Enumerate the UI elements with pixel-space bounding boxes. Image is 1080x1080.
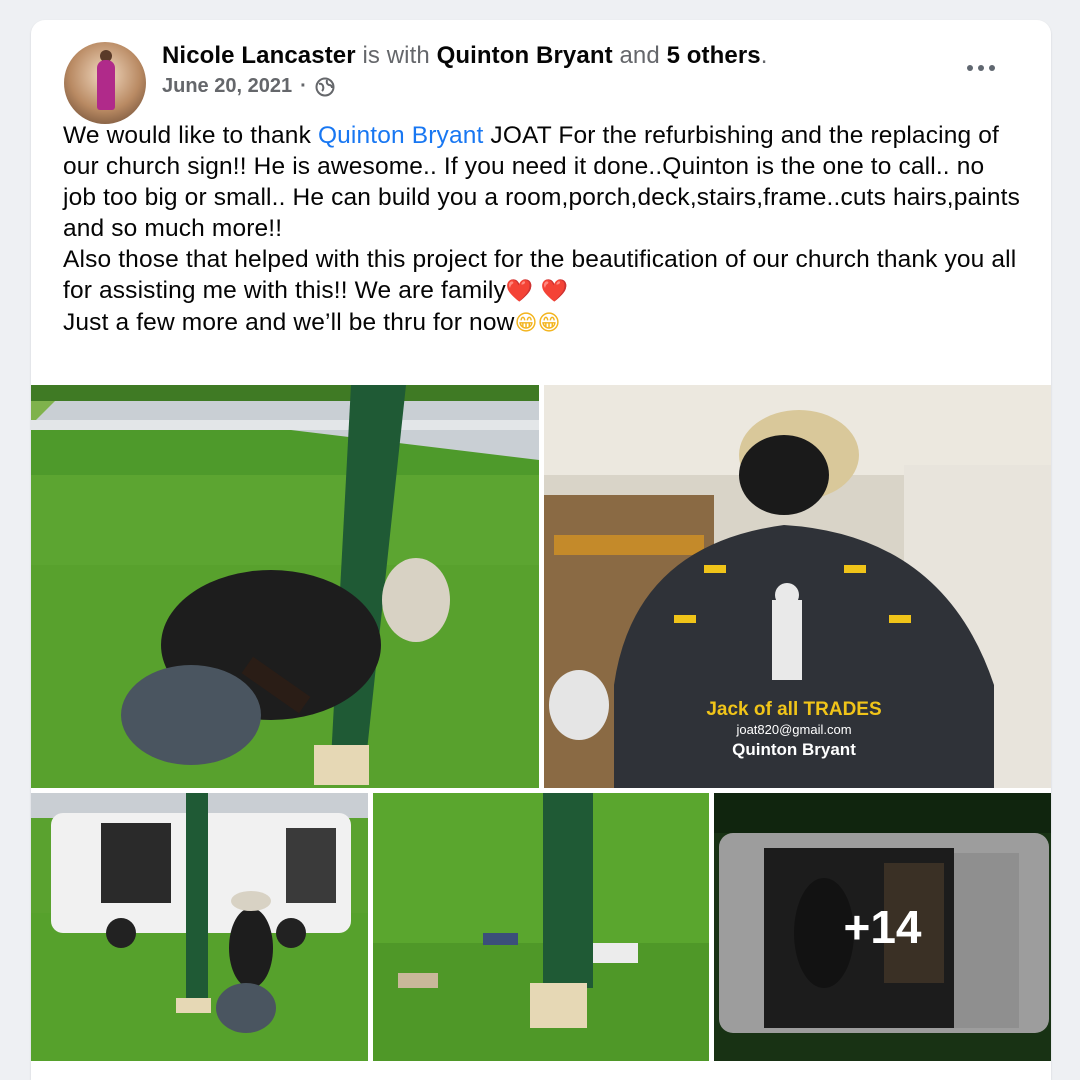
post-meta: June 20, 2021 · — [162, 75, 335, 98]
author-name[interactable]: Nicole Lancaster — [162, 42, 356, 69]
more-dot — [978, 65, 984, 71]
photo-4[interactable] — [373, 793, 709, 1061]
post-paragraph-2: Also those that helped with this project… — [63, 244, 1023, 307]
photo-5-more[interactable]: +14 — [714, 793, 1051, 1061]
text-segment: Just a few more and we’ll be thru for no… — [63, 309, 515, 336]
others-link[interactable]: 5 others — [667, 42, 761, 69]
photo-4-image — [373, 793, 709, 1061]
shirt-line-1: Jack of all TRADES — [706, 699, 882, 720]
and-text: and — [612, 42, 667, 69]
period-text: . — [760, 42, 768, 69]
heart-emoji: ❤️ ❤️ — [505, 279, 569, 304]
photo-2[interactable]: Jack of all TRADES joat820@gmail.com Qui… — [544, 385, 1051, 788]
text-segment: We would like to thank — [63, 122, 318, 149]
more-dot — [989, 65, 995, 71]
photo-3-image — [31, 793, 368, 1061]
photo-1[interactable] — [31, 385, 539, 788]
shirt-text: Jack of all TRADES joat820@gmail.com Qui… — [679, 700, 909, 760]
post-text: We would like to thank Quinton Bryant JO… — [63, 120, 1023, 339]
shirt-line-2: joat820@gmail.com — [736, 722, 852, 737]
post-header: Nicole Lancaster is with Quinton Bryant … — [162, 42, 768, 70]
grin-emoji: 😁😁 — [514, 311, 561, 336]
photo-3[interactable] — [31, 793, 368, 1061]
tagged-link[interactable]: Quinton Bryant — [318, 122, 484, 149]
post-date[interactable]: June 20, 2021 — [162, 75, 292, 98]
post-paragraph-3: Just a few more and we’ll be thru for no… — [63, 307, 1023, 339]
post-paragraph-1: We would like to thank Quinton Bryant JO… — [63, 120, 1023, 244]
avatar-figure — [97, 60, 115, 110]
more-photos-overlay[interactable]: +14 — [714, 793, 1051, 1061]
tagged-name[interactable]: Quinton Bryant — [437, 42, 613, 69]
photo-1-image — [31, 385, 539, 788]
more-options-icon[interactable] — [961, 56, 1001, 80]
with-text: is with — [355, 42, 437, 69]
meta-separator: · — [300, 75, 307, 97]
globe-icon[interactable] — [315, 77, 335, 97]
more-photos-count: +14 — [843, 901, 922, 953]
shirt-line-3: Quinton Bryant — [732, 740, 856, 759]
post-card: Nicole Lancaster is with Quinton Bryant … — [31, 20, 1051, 1080]
more-dot — [967, 65, 973, 71]
author-avatar[interactable] — [64, 42, 146, 124]
